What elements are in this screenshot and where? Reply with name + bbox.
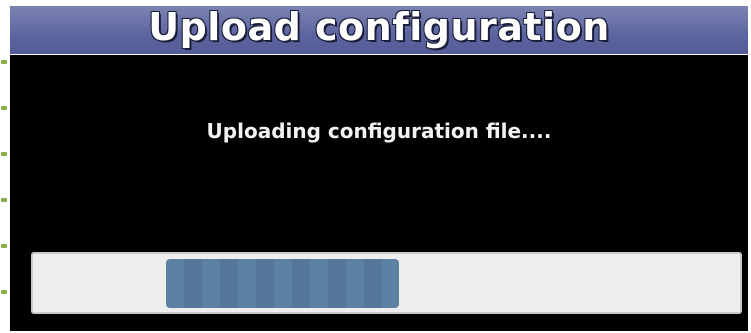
status-message: Uploading configuration file.... (206, 119, 552, 143)
dialog-title-bar: Upload configuration (10, 5, 748, 55)
border-dash (1, 106, 7, 110)
border-dash (1, 290, 7, 294)
screen: Upload configuration Uploading configura… (0, 0, 751, 333)
border-dash (1, 60, 7, 64)
upload-dialog: Upload configuration Uploading configura… (10, 5, 748, 331)
border-dash (1, 244, 7, 248)
progress-fill (166, 259, 399, 308)
border-dash (1, 198, 7, 202)
progress-bar (31, 252, 742, 314)
dialog-title: Upload configuration (148, 5, 610, 49)
border-dash (1, 152, 7, 156)
left-border (0, 0, 10, 333)
